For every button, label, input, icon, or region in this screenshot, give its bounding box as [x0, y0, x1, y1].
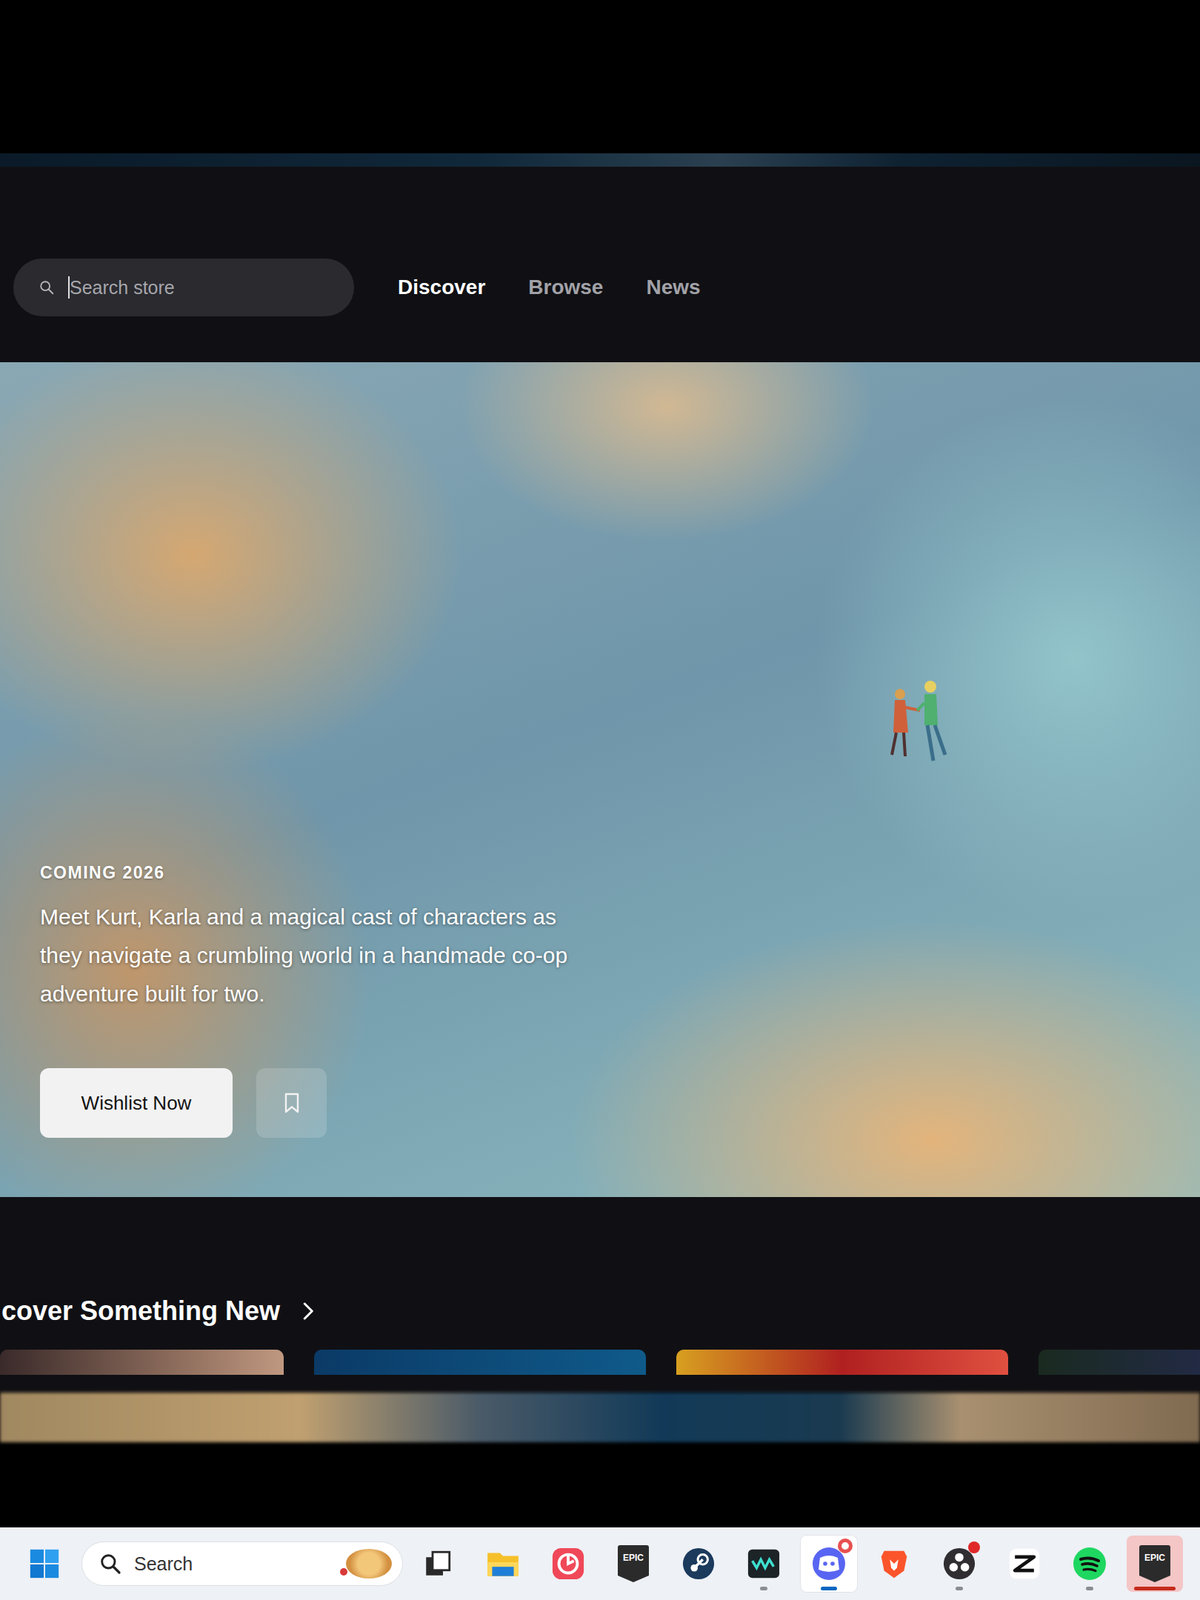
search-highlight-icon	[345, 1548, 392, 1579]
text-caret	[68, 276, 70, 299]
notification-badge	[837, 1538, 853, 1554]
search-field[interactable]: Search store	[13, 258, 355, 317]
video-bottom-bar	[0, 1442, 1200, 1528]
start-button[interactable]	[16, 1535, 73, 1592]
taskbar-app[interactable]	[865, 1535, 923, 1592]
nav-tabs: Discover Browse News	[397, 258, 701, 317]
game-card[interactable]	[676, 1349, 1009, 1375]
hero-buttons: Wishlist Now	[40, 1068, 1200, 1138]
discover-section: cover Something New	[0, 1197, 1200, 1393]
frame-strip	[0, 153, 1200, 167]
magnifier-icon	[98, 1551, 123, 1576]
nav-tab[interactable]: Discover	[397, 275, 486, 300]
wishlist-button[interactable]: Wishlist Now	[40, 1068, 233, 1138]
notification-badge	[968, 1541, 980, 1554]
game-card[interactable]	[0, 1349, 284, 1375]
chevron-right-icon	[296, 1300, 319, 1323]
spotify-icon	[1071, 1545, 1108, 1582]
bookmark-button[interactable]	[256, 1068, 327, 1138]
game-card[interactable]	[314, 1349, 646, 1375]
taskbar-app[interactable]	[800, 1535, 858, 1592]
nav-tab[interactable]: Browse	[528, 275, 603, 300]
bookmark-icon	[280, 1091, 304, 1115]
running-indicator	[760, 1586, 768, 1591]
running-indicator	[1134, 1586, 1176, 1591]
taskbar-app[interactable]	[996, 1535, 1053, 1592]
taskbar-app[interactable]: EPIC	[1126, 1535, 1183, 1592]
running-indicator	[955, 1586, 963, 1591]
terminal-app-icon	[746, 1546, 781, 1581]
taskbar-app[interactable]	[931, 1535, 988, 1592]
running-indicator	[820, 1586, 838, 1591]
taskbar-app[interactable]	[735, 1535, 792, 1592]
brave-icon	[877, 1546, 912, 1581]
store-nav: Search store Discover Browse News	[0, 166, 1200, 363]
search-placeholder: Search store	[69, 277, 175, 299]
music-app-icon	[551, 1546, 586, 1581]
taskbar: Search EPIC EPIC	[0, 1527, 1200, 1600]
hero-tag: COMING 2026	[40, 862, 1200, 883]
section-title[interactable]: cover Something New	[1, 1294, 1200, 1328]
task-view-icon	[422, 1548, 454, 1580]
taskbar-app[interactable]	[1061, 1535, 1118, 1592]
taskbar-app[interactable]: EPIC	[605, 1535, 662, 1592]
frame-strip-bottom	[0, 1392, 1200, 1443]
epic-games-icon: EPIC	[617, 1545, 649, 1583]
game-cards	[0, 1349, 1200, 1375]
epic-games-icon: EPIC	[1139, 1545, 1171, 1583]
steam-icon	[681, 1546, 716, 1581]
hero-description: Meet Kurt, Karla and a magical cast of c…	[40, 897, 589, 1014]
folder-icon	[484, 1545, 522, 1583]
taskbar-search-placeholder: Search	[134, 1553, 335, 1575]
taskbar-app[interactable]	[670, 1535, 727, 1592]
capcut-icon	[1008, 1547, 1041, 1580]
hero-banner[interactable]: COMING 2026 Meet Kurt, Karla and a magic…	[0, 362, 1200, 1198]
video-top-bar	[0, 0, 1200, 154]
hero-characters	[874, 673, 956, 778]
running-indicator	[1085, 1586, 1094, 1591]
hero-content: COMING 2026 Meet Kurt, Karla and a magic…	[40, 862, 1200, 1138]
nav-tab[interactable]: News	[645, 275, 700, 300]
game-card[interactable]	[1038, 1349, 1200, 1375]
screen: Search store Discover Browse News COMING 2…	[0, 0, 1200, 1600]
taskbar-app[interactable]	[540, 1535, 597, 1592]
windows-icon	[27, 1546, 62, 1581]
taskbar-app[interactable]	[474, 1535, 532, 1592]
taskbar-app[interactable]	[409, 1535, 466, 1592]
section-title-text: cover Something New	[1, 1295, 280, 1327]
magnifier-icon	[38, 279, 55, 296]
taskbar-search[interactable]: Search	[81, 1541, 403, 1586]
